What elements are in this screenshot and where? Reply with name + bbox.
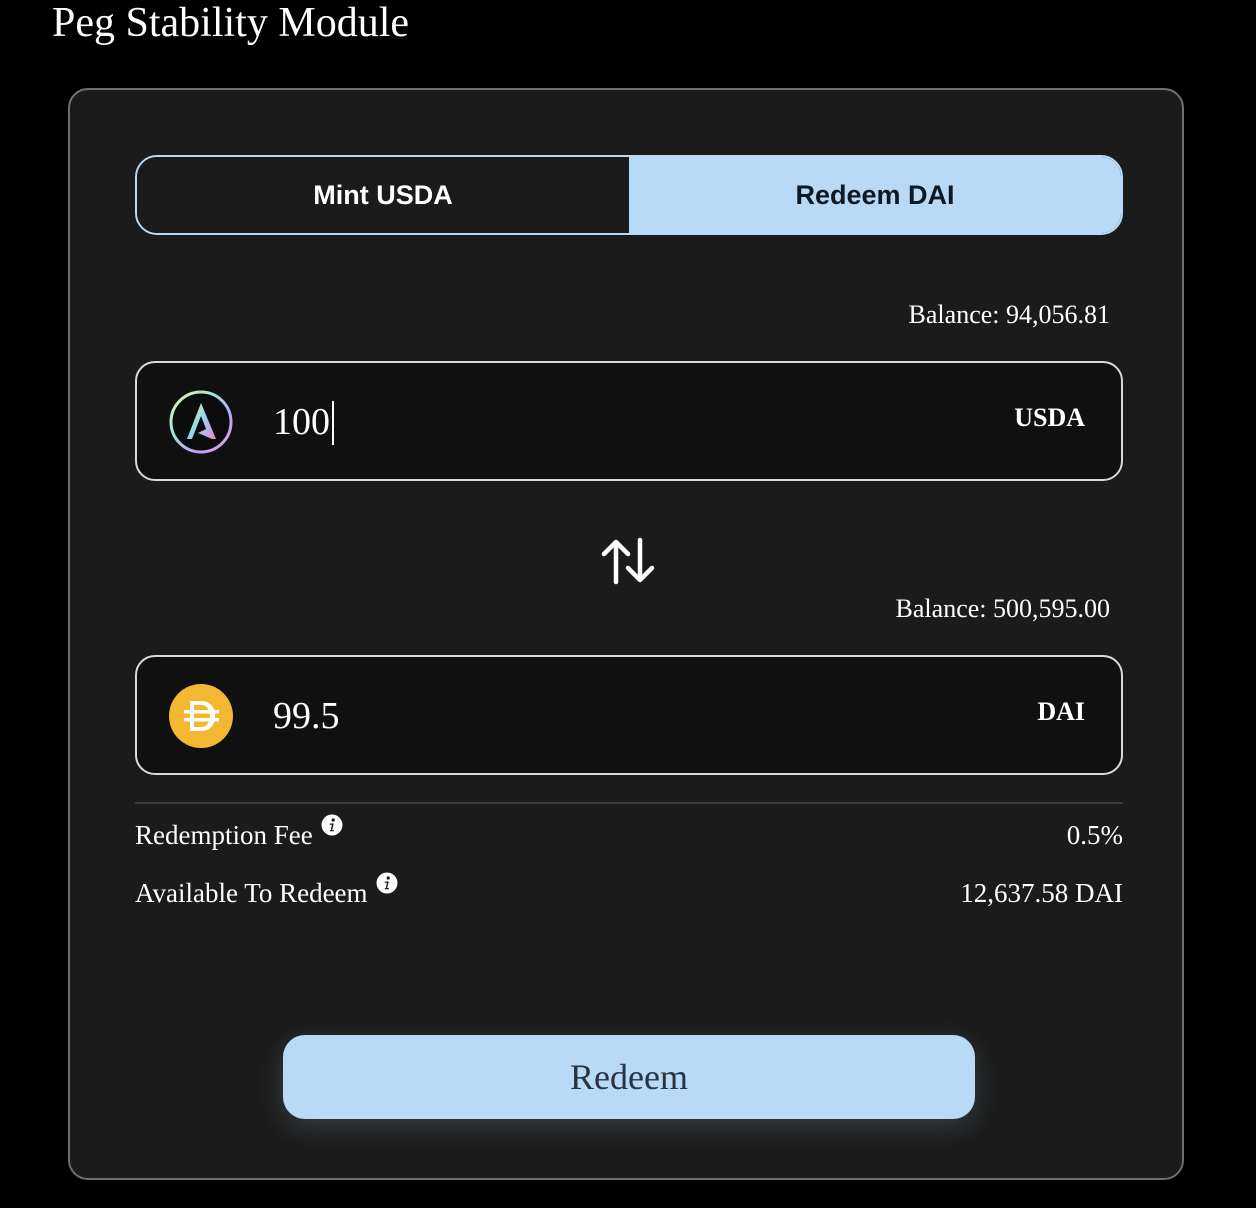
redemption-fee-row: Redemption Fee 0.5% — [135, 814, 1123, 860]
mode-tabs: Mint USDA Redeem DAI — [135, 155, 1123, 235]
swap-arrows-icon[interactable] — [598, 536, 658, 586]
redemption-fee-label-group: Redemption Fee — [135, 814, 343, 851]
tab-mint-usda[interactable]: Mint USDA — [137, 157, 629, 233]
divider — [135, 802, 1123, 804]
available-to-redeem-value: 12,637.58 DAI — [960, 878, 1123, 908]
page-title: Peg Stability Module — [52, 0, 409, 46]
to-token-symbol: DAI — [1037, 697, 1085, 726]
from-amount-input[interactable] — [273, 393, 873, 451]
to-balance: Balance: 500,595.00 — [895, 594, 1110, 623]
text-caret — [332, 401, 334, 445]
info-icon[interactable] — [321, 814, 343, 836]
tab-redeem-dai[interactable]: Redeem DAI — [629, 157, 1121, 233]
to-amount-input[interactable] — [273, 687, 873, 745]
from-token-symbol: USDA — [1014, 403, 1085, 432]
dai-logo-icon — [169, 684, 233, 748]
psm-card: Mint USDA Redeem DAI Balance: 94,056.81 — [68, 88, 1184, 1180]
available-to-redeem-label: Available To Redeem — [135, 878, 368, 908]
from-balance: Balance: 94,056.81 — [908, 300, 1110, 329]
redemption-fee-value: 0.5% — [1066, 820, 1123, 850]
to-token-box: DAI — [135, 655, 1123, 775]
available-to-redeem-label-group: Available To Redeem — [135, 872, 398, 909]
redemption-fee-label: Redemption Fee — [135, 820, 313, 850]
info-icon[interactable] — [376, 872, 398, 894]
from-token-box: USDA — [135, 361, 1123, 481]
redeem-button[interactable]: Redeem — [283, 1035, 975, 1119]
available-to-redeem-row: Available To Redeem 12,637.58 DAI — [135, 872, 1123, 918]
usda-logo-icon — [169, 390, 233, 454]
